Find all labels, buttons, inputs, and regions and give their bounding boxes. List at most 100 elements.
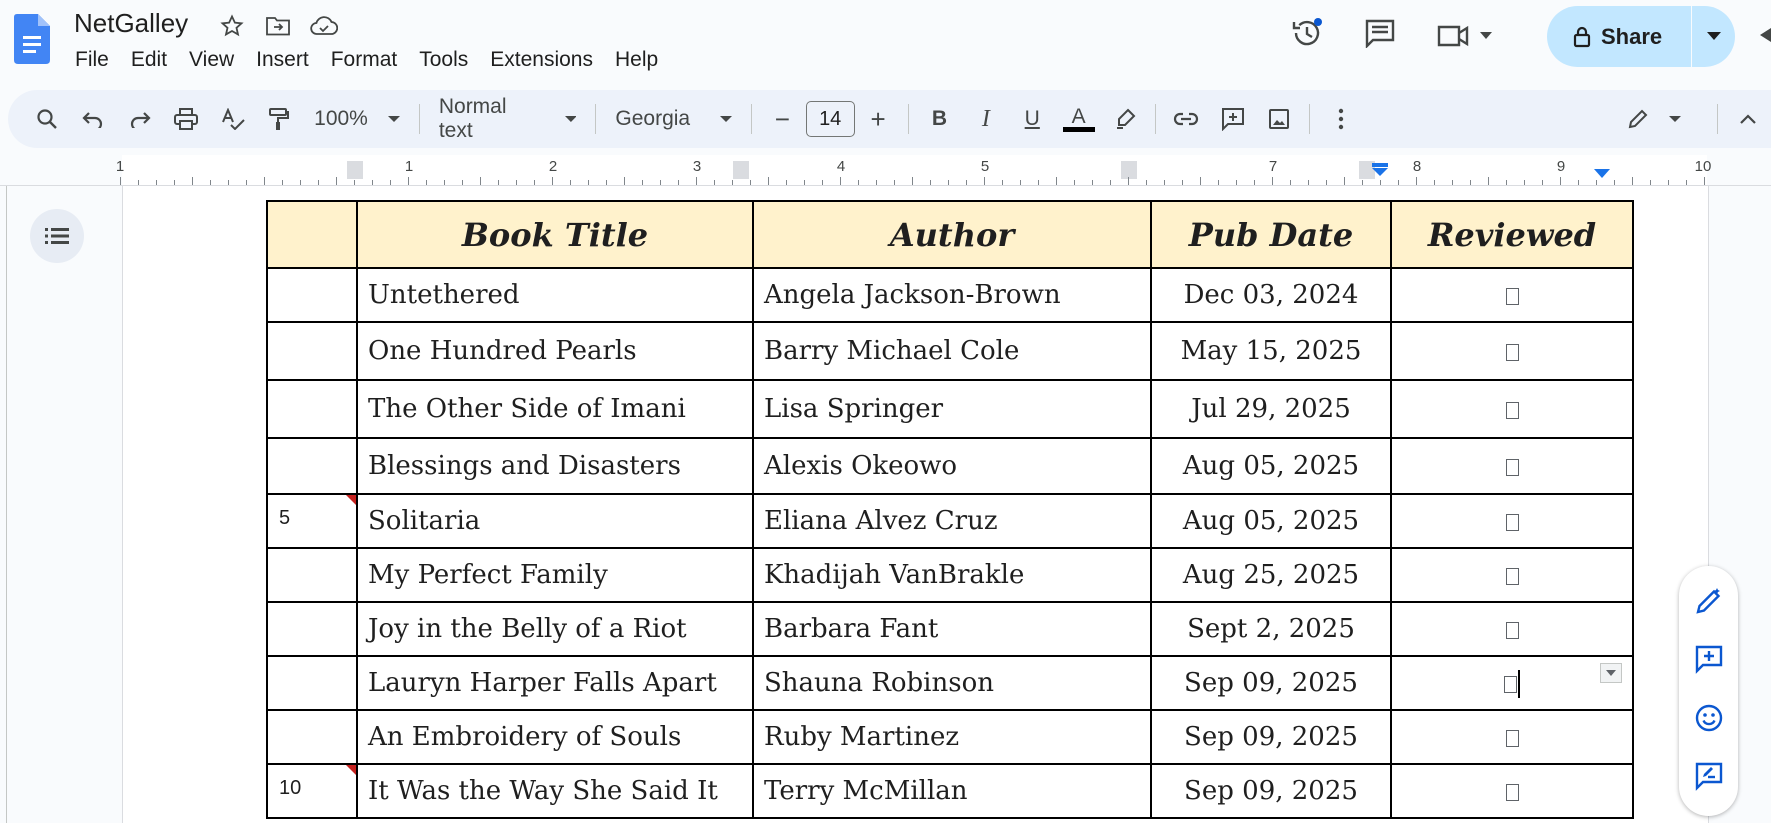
reviewed-checkbox[interactable] bbox=[1505, 287, 1519, 305]
reviewed-checkbox[interactable] bbox=[1505, 783, 1519, 801]
version-history-icon[interactable] bbox=[1290, 16, 1324, 55]
right-indent-marker[interactable] bbox=[1594, 169, 1610, 179]
menu-file[interactable]: File bbox=[64, 46, 120, 74]
left-indent-marker[interactable] bbox=[1371, 163, 1389, 177]
reviewed-cell[interactable] bbox=[1390, 709, 1634, 765]
author-cell[interactable]: Eliana Alvez Cruz bbox=[752, 493, 1152, 549]
horizontal-ruler[interactable]: 1 1 2 3 4 5 6 7 8 9 10 bbox=[0, 155, 1771, 186]
book-title-cell[interactable]: Lauryn Harper Falls Apart bbox=[356, 655, 754, 711]
column-marker[interactable] bbox=[1121, 161, 1137, 179]
menu-help[interactable]: Help bbox=[604, 46, 669, 74]
reviewed-checkbox[interactable] bbox=[1505, 401, 1519, 419]
row-number[interactable] bbox=[266, 321, 358, 381]
book-title-cell[interactable]: Solitaria bbox=[356, 493, 754, 549]
reviewed-checkbox[interactable] bbox=[1504, 675, 1517, 693]
share-button[interactable]: Share bbox=[1547, 6, 1735, 67]
help-me-write-icon[interactable] bbox=[1694, 586, 1724, 621]
header-pub-date[interactable]: Pub Date bbox=[1150, 200, 1392, 269]
collapse-menus-icon[interactable] bbox=[1724, 99, 1770, 139]
paint-format-icon[interactable] bbox=[256, 99, 302, 139]
author-cell[interactable]: Ruby Martinez bbox=[752, 709, 1152, 765]
menu-edit[interactable]: Edit bbox=[120, 46, 178, 74]
book-title-cell[interactable]: My Perfect Family bbox=[356, 547, 754, 603]
author-cell[interactable]: Barbara Fant bbox=[752, 601, 1152, 657]
row-number[interactable] bbox=[266, 547, 358, 603]
pub-date-cell[interactable]: Sep 09, 2025 bbox=[1150, 763, 1392, 819]
row-number[interactable] bbox=[266, 709, 358, 765]
pub-date-cell[interactable]: Aug 25, 2025 bbox=[1150, 547, 1392, 603]
book-title-cell[interactable]: Joy in the Belly of a Riot bbox=[356, 601, 754, 657]
book-title-cell[interactable]: Blessings and Disasters bbox=[356, 437, 754, 495]
pub-date-cell[interactable]: Jul 29, 2025 bbox=[1150, 379, 1392, 439]
print-icon[interactable] bbox=[163, 99, 209, 139]
reviewed-checkbox[interactable] bbox=[1505, 621, 1519, 639]
reviewed-cell[interactable] bbox=[1390, 321, 1634, 381]
reviewed-checkbox[interactable] bbox=[1505, 729, 1519, 747]
book-title-cell[interactable]: It Was the Way She Said It bbox=[356, 763, 754, 819]
menu-view[interactable]: View bbox=[178, 46, 245, 74]
row-number[interactable] bbox=[266, 267, 358, 323]
header-reviewed[interactable]: Reviewed bbox=[1390, 200, 1634, 269]
vertical-ruler[interactable] bbox=[0, 186, 7, 823]
row-number[interactable] bbox=[266, 655, 358, 711]
meet-icon[interactable] bbox=[1436, 23, 1492, 49]
meet-dropdown-icon[interactable] bbox=[1480, 31, 1492, 40]
more-options-icon[interactable] bbox=[1317, 99, 1363, 139]
book-title-cell[interactable]: The Other Side of Imani bbox=[356, 379, 754, 439]
text-color-button[interactable]: A bbox=[1055, 99, 1101, 139]
header-number[interactable] bbox=[266, 200, 358, 269]
reviewed-cell[interactable] bbox=[1390, 655, 1634, 711]
comments-icon[interactable] bbox=[1364, 18, 1396, 53]
reviewed-checkbox[interactable] bbox=[1505, 343, 1519, 361]
row-number[interactable] bbox=[266, 601, 358, 657]
move-folder-icon[interactable] bbox=[264, 12, 292, 40]
star-icon[interactable] bbox=[218, 12, 246, 40]
document-title[interactable]: NetGalley bbox=[74, 8, 188, 39]
search-menus-icon[interactable] bbox=[24, 99, 70, 139]
add-comment-float-icon[interactable] bbox=[1694, 644, 1724, 679]
zoom-select[interactable]: 100% bbox=[302, 99, 412, 139]
reviewed-checkbox[interactable] bbox=[1505, 458, 1519, 476]
menu-tools[interactable]: Tools bbox=[408, 46, 479, 74]
pub-date-cell[interactable]: Dec 03, 2024 bbox=[1150, 267, 1392, 323]
pub-date-cell[interactable]: May 15, 2025 bbox=[1150, 321, 1392, 381]
add-emoji-reaction-icon[interactable] bbox=[1694, 703, 1724, 738]
spellcheck-icon[interactable] bbox=[209, 99, 255, 139]
reviewed-cell[interactable] bbox=[1390, 763, 1634, 819]
row-number[interactable] bbox=[266, 379, 358, 439]
undo-icon[interactable] bbox=[70, 99, 116, 139]
cloud-saved-icon[interactable] bbox=[310, 12, 338, 40]
cell-dropdown-icon[interactable] bbox=[1600, 663, 1622, 683]
reviewed-cell[interactable] bbox=[1390, 547, 1634, 603]
reviewed-cell[interactable] bbox=[1390, 267, 1634, 323]
underline-button[interactable]: U bbox=[1009, 99, 1055, 139]
italic-button[interactable]: I bbox=[963, 99, 1009, 139]
pub-date-cell[interactable]: Aug 05, 2025 bbox=[1150, 493, 1392, 549]
reviewed-cell[interactable] bbox=[1390, 437, 1634, 495]
menu-format[interactable]: Format bbox=[320, 46, 409, 74]
suggest-edits-icon[interactable] bbox=[1694, 761, 1724, 796]
header-author[interactable]: Author bbox=[752, 200, 1152, 269]
decrease-font-size-button[interactable]: − bbox=[759, 99, 805, 139]
editing-mode-select[interactable] bbox=[1615, 99, 1693, 139]
side-panel-toggle-icon[interactable] bbox=[1760, 28, 1771, 42]
author-cell[interactable]: Barry Michael Cole bbox=[752, 321, 1152, 381]
book-title-cell[interactable]: An Embroidery of Souls bbox=[356, 709, 754, 765]
docs-logo-icon[interactable] bbox=[14, 14, 50, 64]
header-book-title[interactable]: Book Title bbox=[356, 200, 754, 269]
insert-link-icon[interactable] bbox=[1163, 99, 1209, 139]
reviewed-checkbox[interactable] bbox=[1505, 513, 1519, 531]
menu-extensions[interactable]: Extensions bbox=[479, 46, 604, 74]
font-size-input[interactable]: 14 bbox=[805, 101, 855, 137]
author-cell[interactable]: Lisa Springer bbox=[752, 379, 1152, 439]
book-title-cell[interactable]: One Hundred Pearls bbox=[356, 321, 754, 381]
add-comment-icon[interactable] bbox=[1210, 99, 1256, 139]
row-number[interactable]: 5 bbox=[266, 493, 358, 549]
style-select[interactable]: Normal text bbox=[427, 95, 589, 142]
author-cell[interactable]: Khadijah VanBrakle bbox=[752, 547, 1152, 603]
reviewed-cell[interactable] bbox=[1390, 379, 1634, 439]
reviewed-checkbox[interactable] bbox=[1505, 567, 1519, 585]
bold-button[interactable]: B bbox=[916, 99, 962, 139]
pub-date-cell[interactable]: Sep 09, 2025 bbox=[1150, 655, 1392, 711]
row-number[interactable]: 10 bbox=[266, 763, 358, 819]
